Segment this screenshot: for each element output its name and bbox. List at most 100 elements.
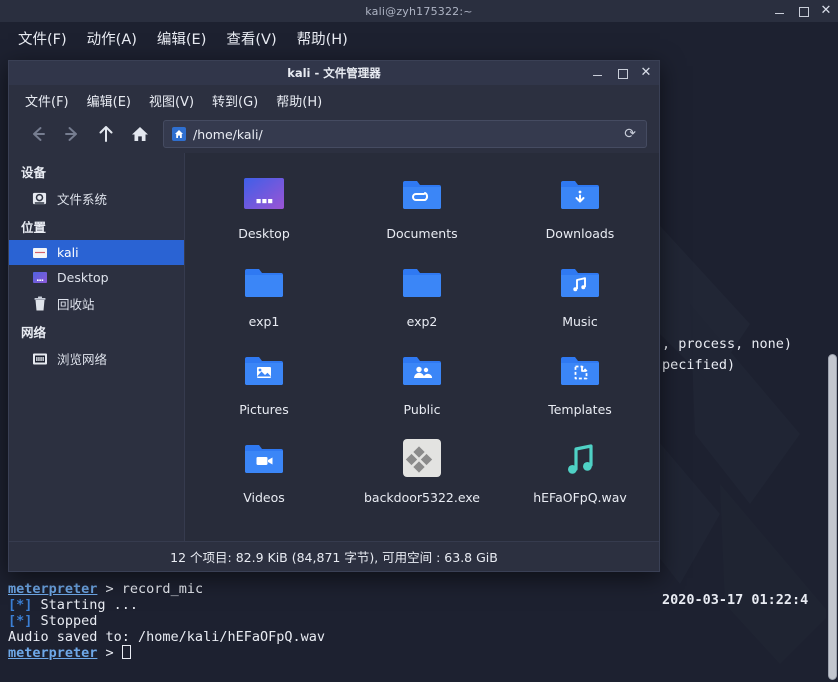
home-button[interactable]: [123, 119, 157, 149]
menu-edit[interactable]: 编辑(E): [149, 25, 214, 52]
terminal-title: kali@zyh175322:~: [365, 4, 473, 18]
folder-public-icon: [403, 357, 441, 385]
terminal-occluded-line-2: pecified): [662, 357, 736, 373]
starting-text: [32, 597, 40, 613]
terminal-output-line-saved: Audio saved to: /home/kali/hEFaOFpQ.wav: [8, 629, 325, 645]
gap-2: [32, 613, 40, 629]
folder-templates-icon: [561, 357, 599, 385]
terminal-output-line-starting: [*] Starting ...: [8, 597, 138, 613]
file-manager-window: kali - 文件管理器 ✕ 文件(F) 编辑(E) 视图(V) 转到(G) 帮…: [8, 60, 660, 572]
file-item-pictures[interactable]: Pictures: [185, 343, 343, 417]
status-star-2: [*]: [8, 613, 33, 629]
file-manager-title: kali - 文件管理器: [287, 66, 381, 80]
file-icon-grid: Desktop Documents Downloads exp1 exp2 Mu…: [185, 167, 659, 505]
sidebar-item-trash-label: 回收站: [57, 297, 95, 312]
file-manager-menubar: 文件(F) 编辑(E) 视图(V) 转到(G) 帮助(H): [9, 85, 659, 115]
forward-button[interactable]: [55, 119, 89, 149]
file-manager-close-button[interactable]: ✕: [640, 66, 652, 79]
menu-help[interactable]: 帮助(H): [289, 25, 356, 52]
folder-icon: [245, 269, 283, 297]
file-label-pictures: Pictures: [239, 402, 289, 417]
file-label-downloads: Downloads: [545, 226, 615, 241]
sidebar-item-browse-network[interactable]: 浏览网络: [9, 345, 184, 372]
audio-wav-icon: [568, 444, 593, 474]
up-button[interactable]: [89, 119, 123, 149]
sidebar-item-trash[interactable]: 回收站: [9, 290, 184, 317]
sidebar-item-browse-network-label: 浏览网络: [57, 352, 108, 367]
file-manager-window-controls: ✕: [592, 61, 652, 85]
sidebar-item-filesystem[interactable]: 文件系统: [9, 185, 184, 212]
meterpreter-prompt-label-2: meterpreter: [8, 645, 98, 661]
fm-menu-file[interactable]: 文件(F): [17, 88, 77, 113]
file-item-desktop[interactable]: Desktop: [185, 167, 343, 241]
file-item-downloads[interactable]: Downloads: [501, 167, 659, 241]
terminal-scrollbar-thumb[interactable]: [828, 354, 837, 680]
folder-videos-icon: [245, 445, 283, 473]
file-manager-statusbar: 12 个项目: 82.9 KiB (84,871 字节), 可用空间 : 63.…: [9, 541, 659, 571]
sidebar-group-places: 位置: [21, 220, 47, 235]
network-icon: [31, 350, 48, 367]
file-item-public[interactable]: Public: [343, 343, 501, 417]
terminal-close-button[interactable]: ✕: [820, 4, 832, 17]
sidebar-group-devices: 设备: [21, 165, 47, 180]
file-label-documents: Documents: [386, 226, 458, 241]
sidebar-item-desktop[interactable]: Desktop: [9, 265, 184, 290]
disk-icon: [31, 190, 48, 207]
terminal-scrollbar[interactable]: [826, 354, 838, 682]
back-button[interactable]: [21, 119, 55, 149]
file-label-public: Public: [403, 402, 441, 417]
terminal-titlebar: kali@zyh175322:~ ✕: [0, 0, 838, 22]
file-item-backdoor-exe[interactable]: backdoor5322.exe: [343, 431, 501, 505]
file-item-templates[interactable]: Templates: [501, 343, 659, 417]
fm-menu-help[interactable]: 帮助(H): [268, 88, 330, 113]
file-label-backdoor-exe: backdoor5322.exe: [363, 490, 481, 505]
status-star-1: [*]: [8, 597, 33, 613]
terminal-minimize-button[interactable]: [774, 5, 786, 17]
file-label-videos: Videos: [243, 490, 285, 505]
menu-actions[interactable]: 动作(A): [79, 25, 145, 52]
terminal-output-line-prompt: meterpreter >: [8, 645, 131, 661]
terminal-cursor: [121, 645, 131, 659]
file-manager-sidebar: 设备 文件系统 位置 kali Desktop 回收站 网络 浏览网络: [9, 153, 185, 541]
desktop-gradient-icon: [244, 178, 284, 209]
file-item-videos[interactable]: Videos: [185, 431, 343, 505]
home-folder-icon: [31, 244, 48, 261]
terminal-starting-text: Starting ...: [40, 597, 139, 613]
path-home-icon: [172, 127, 186, 141]
file-manager-content[interactable]: Desktop Documents Downloads exp1 exp2 Mu…: [185, 153, 659, 541]
terminal-stopped-text: Stopped: [40, 613, 98, 629]
file-item-exp2[interactable]: exp2: [343, 255, 501, 329]
fm-menu-edit[interactable]: 编辑(E): [79, 88, 139, 113]
file-item-wav[interactable]: hEFaOFpQ.wav: [501, 431, 659, 505]
prompt-arrow: >: [97, 581, 122, 597]
file-manager-maximize-button[interactable]: [616, 67, 628, 79]
trash-icon: [31, 295, 48, 312]
terminal-output-line-command: meterpreter > record_mic: [8, 581, 203, 597]
terminal-command-text: record_mic: [121, 581, 204, 597]
menu-view[interactable]: 查看(V): [218, 25, 284, 52]
sidebar-item-kali-label: kali: [57, 245, 79, 260]
sidebar-group-network: 网络: [21, 325, 47, 340]
terminal-maximize-button[interactable]: [797, 5, 809, 17]
terminal-output-line-stopped: [*] Stopped: [8, 613, 97, 629]
folder-pictures-icon: [245, 357, 283, 385]
sidebar-item-kali[interactable]: kali: [9, 240, 184, 265]
fm-menu-go[interactable]: 转到(G): [204, 88, 266, 113]
file-item-documents[interactable]: Documents: [343, 167, 501, 241]
up-icon: [99, 126, 113, 142]
file-item-exp1[interactable]: exp1: [185, 255, 343, 329]
path-text[interactable]: /home/kali/: [193, 127, 617, 142]
fm-menu-view[interactable]: 视图(V): [141, 88, 202, 113]
file-manager-toolbar: /home/kali/ ⟳: [9, 115, 659, 153]
menu-file[interactable]: 文件(F): [10, 25, 75, 52]
meterpreter-prompt-label: meterpreter: [8, 581, 98, 597]
folder-documents-icon: [403, 181, 441, 209]
file-label-music: Music: [562, 314, 598, 329]
file-manager-minimize-button[interactable]: [592, 67, 604, 79]
reload-icon[interactable]: ⟳: [624, 126, 638, 142]
file-manager-titlebar: kali - 文件管理器 ✕: [9, 61, 659, 85]
file-label-wav: hEFaOFpQ.wav: [533, 490, 627, 505]
sidebar-item-filesystem-label: 文件系统: [57, 192, 108, 207]
path-bar[interactable]: /home/kali/ ⟳: [163, 120, 647, 148]
file-item-music[interactable]: Music: [501, 255, 659, 329]
